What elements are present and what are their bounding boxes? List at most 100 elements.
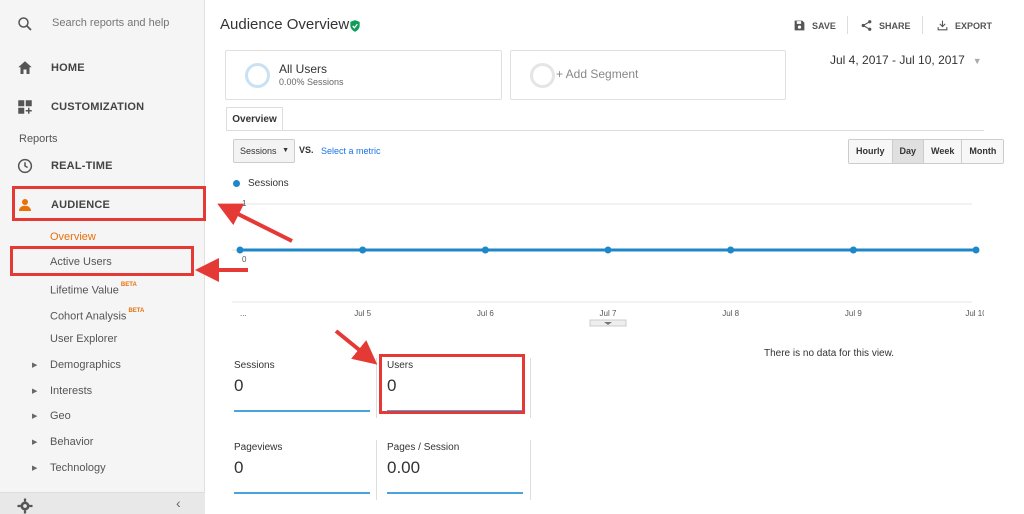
granularity-toggle: Hourly Day Week Month (848, 139, 1005, 164)
page-title: Audience Overview (220, 16, 350, 33)
x-tick-label: Jul 9 (845, 309, 862, 318)
data-point (359, 246, 367, 254)
segment-ring-icon (245, 63, 270, 88)
beta-badge: BETA (120, 282, 137, 288)
kpi-divider (376, 358, 377, 418)
tab-overview[interactable]: Overview (226, 107, 283, 131)
sidebar-group-interests[interactable]: Interests (50, 381, 92, 401)
search-placeholder[interactable]: Search reports and help (52, 17, 169, 29)
kpi-pageviews[interactable]: Pageviews 0 (232, 438, 380, 500)
granularity-day[interactable]: Day (892, 140, 925, 163)
share-button[interactable]: SHARE (860, 19, 911, 32)
sessions-line-chart: 1 0... Jul 5 Jul 6 Jul 7 Jul 8 Jul 9 Jul 10 (232, 199, 984, 327)
kpi-label: Pageviews (234, 442, 283, 453)
annotation-box-active-users (10, 246, 194, 276)
kpi-sparkline (387, 492, 523, 494)
date-range-text: Jul 4, 2017 - Jul 10, 2017 (830, 53, 965, 67)
date-range-picker[interactable]: Jul 4, 2017 - Jul 10, 2017 ▼ (830, 53, 982, 67)
sidebar-subitem-lifetime-value[interactable]: Lifetime Value BETA (50, 278, 137, 298)
segment-name: All Users (279, 62, 328, 76)
data-point (972, 246, 980, 254)
clock-icon (17, 158, 33, 174)
collapse-sidebar-icon[interactable]: ‹ (176, 495, 181, 511)
sidebar-footer: ‹ (0, 492, 205, 514)
expand-triangle-icon[interactable]: ▶ (32, 412, 37, 420)
chevron-down-icon: ▼ (972, 56, 982, 66)
save-label: SAVE (812, 20, 836, 31)
subitem-label: User Explorer (50, 333, 118, 345)
kpi-value: 0 (234, 458, 244, 477)
granularity-month[interactable]: Month (962, 140, 1004, 163)
expand-triangle-icon[interactable]: ▶ (32, 464, 37, 472)
chevron-down-icon: ▼ (282, 147, 289, 154)
sidebar-subitem-overview[interactable]: Overview (50, 227, 96, 247)
kpi-value: 0.00 (387, 458, 421, 477)
export-button[interactable]: EXPORT (936, 19, 992, 32)
chart-legend: Sessions (233, 178, 289, 189)
dashboard-plus-icon (18, 100, 32, 114)
add-segment-label: + Add Segment (556, 67, 639, 81)
y-tick-label: 1 (242, 199, 247, 208)
subitem-label: Cohort Analysis (50, 310, 127, 323)
sidebar-subitem-user-explorer[interactable]: User Explorer (50, 329, 117, 349)
legend-dot (233, 180, 240, 187)
granularity-week[interactable]: Week (924, 140, 963, 163)
granularity-hourly[interactable]: Hourly (849, 140, 893, 163)
no-data-message: There is no data for this view. (764, 348, 895, 359)
share-icon (861, 20, 872, 31)
sidebar-group-geo[interactable]: Geo (50, 406, 71, 426)
verified-shield-icon (350, 20, 360, 32)
data-point (236, 246, 244, 254)
tab-divider (226, 130, 984, 131)
kpi-pages-per-session[interactable]: Pages / Session 0.00 (385, 438, 533, 500)
sidebar-group-behavior[interactable]: Behavior (50, 432, 93, 452)
kpi-value: 0 (234, 376, 244, 395)
legend-label: Sessions (248, 178, 289, 189)
data-point (727, 246, 735, 254)
kpi-sparkline (234, 492, 370, 494)
kpi-sessions[interactable]: Sessions 0 (232, 356, 380, 418)
sidebar-group-technology[interactable]: Technology (50, 458, 106, 478)
kpi-divider (376, 440, 377, 500)
kpi-sparkline (234, 410, 370, 412)
sidebar-subitem-cohort-analysis[interactable]: Cohort Analysis BETA (50, 304, 144, 324)
add-segment-card[interactable]: + Add Segment (510, 50, 786, 100)
segment-all-users[interactable]: All Users 0.00% Sessions (225, 50, 502, 100)
sidebar-group-demographics[interactable]: Demographics (50, 355, 121, 375)
annotation-box-users-kpi (379, 354, 525, 414)
vs-label: VS. (299, 145, 314, 155)
save-button[interactable]: SAVE (793, 19, 836, 32)
expand-triangle-icon[interactable]: ▶ (32, 438, 37, 446)
subitem-label: Lifetime Value (50, 284, 119, 297)
segment-ring-icon (530, 63, 555, 88)
save-icon (794, 20, 805, 31)
sidebar-item-label: HOME (51, 62, 85, 74)
expand-triangle-icon[interactable]: ▶ (32, 361, 37, 369)
sidebar-item-label: REAL-TIME (51, 160, 113, 172)
kpi-label: Sessions (234, 360, 275, 371)
main-content: Audience Overview SAVE SHARE EXPORT All … (206, 0, 1024, 514)
metric-dropdown[interactable]: Sessions ▼ (233, 139, 295, 163)
export-icon (937, 20, 948, 31)
x-tick-label: ... (240, 309, 247, 318)
x-tick-label: Jul 7 (600, 309, 617, 318)
reports-section-label: Reports (19, 133, 58, 145)
kpi-divider (530, 358, 531, 418)
toolbar-divider (922, 16, 923, 34)
kpi-label: Pages / Session (387, 442, 460, 453)
export-label: EXPORT (955, 20, 993, 31)
search-row[interactable]: Search reports and help (0, 0, 205, 46)
select-metric-link[interactable]: Select a metric (321, 146, 381, 156)
x-tick-label: Jul 5 (354, 309, 371, 318)
beta-badge: BETA (128, 308, 145, 314)
x-tick-label: Jul 10 (965, 309, 984, 318)
sidebar-item-label: CUSTOMIZATION (51, 101, 145, 113)
data-point (604, 246, 612, 254)
metric-dropdown-value: Sessions (240, 146, 277, 156)
data-point (481, 246, 489, 254)
sidebar-item-customization[interactable]: CUSTOMIZATION (0, 89, 205, 125)
gear-icon[interactable] (16, 497, 34, 514)
expand-triangle-icon[interactable]: ▶ (32, 387, 37, 395)
sidebar-item-home[interactable]: HOME (0, 50, 205, 86)
sidebar-item-realtime[interactable]: REAL-TIME (0, 148, 205, 184)
